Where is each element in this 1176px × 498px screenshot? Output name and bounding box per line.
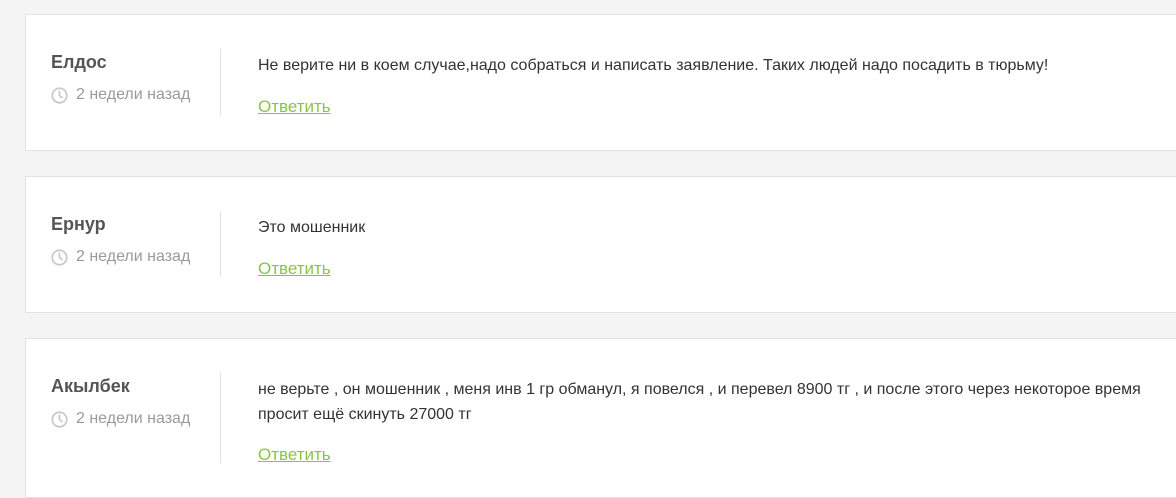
clock-icon <box>51 86 68 104</box>
reply-link[interactable]: Ответить <box>258 259 331 279</box>
comment-text: не верьте , он мошенник , меня инв 1 гр … <box>258 381 1141 423</box>
comment-card: Елдос 2 недели назад Не верите ни в коем… <box>25 14 1176 151</box>
comment-time: 2 недели назад <box>51 410 190 428</box>
comment-author: Елдос <box>51 52 107 72</box>
reply-link[interactable]: Ответить <box>258 97 331 117</box>
clock-icon <box>51 410 68 428</box>
comment-text: Не верите ни в коем случае,надо собратьс… <box>258 57 1049 74</box>
comment-divider <box>220 373 221 463</box>
comment-time-text: 2 недели назад <box>76 86 191 103</box>
comment-text: Это мошенник <box>258 219 366 236</box>
comment-card: Акылбек 2 недели назад не верьте , он мо… <box>25 338 1176 498</box>
comment-author: Акылбек <box>51 376 130 396</box>
comment-author: Ернур <box>51 214 106 234</box>
comment-time: 2 недели назад <box>51 248 190 266</box>
comment-time: 2 недели назад <box>51 86 190 104</box>
comment-divider <box>220 211 221 277</box>
comment-time-text: 2 недели назад <box>76 410 191 427</box>
reply-link[interactable]: Ответить <box>258 445 331 465</box>
clock-icon <box>51 248 68 266</box>
comment-card: Ернур 2 недели назад Это мошенник Ответи… <box>25 176 1176 313</box>
comment-divider <box>220 49 221 115</box>
comment-time-text: 2 недели назад <box>76 248 191 265</box>
